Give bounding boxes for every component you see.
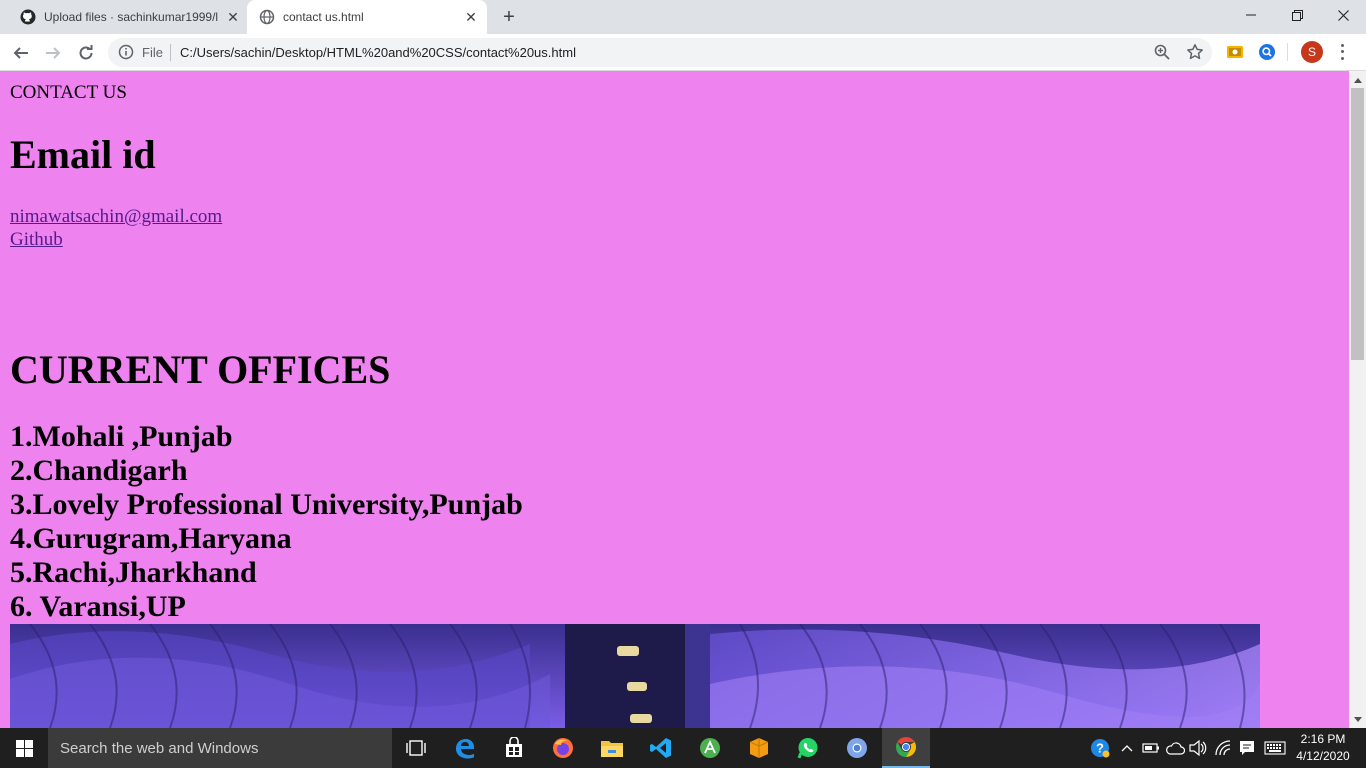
tab-upload-files[interactable]: Upload files · sachinkumar1999/l ✕: [8, 0, 245, 34]
office-photo: [10, 624, 1260, 728]
divider: [170, 44, 171, 61]
offices-heading: CURRENT OFFICES: [10, 347, 391, 392]
email-link[interactable]: nimawatsachin@gmail.com: [10, 206, 222, 228]
office-item: 2.Chandigarh: [10, 454, 188, 487]
help-icon[interactable]: ?: [1090, 738, 1110, 758]
minimize-icon[interactable]: [1228, 0, 1274, 30]
zoom-icon[interactable]: [1154, 44, 1170, 60]
scroll-up-icon[interactable]: [1349, 71, 1366, 88]
globe-icon: [259, 9, 275, 25]
reload-icon[interactable]: [72, 39, 100, 67]
bookmark-star-icon[interactable]: [1186, 43, 1204, 61]
url-text[interactable]: C:/Users/sachin/Desktop/HTML%20and%20CSS…: [180, 45, 576, 60]
package-icon[interactable]: [735, 728, 783, 768]
keyboard-icon[interactable]: [1263, 738, 1287, 758]
close-tab-icon[interactable]: ✕: [463, 9, 479, 25]
contact-us-heading: CONTACT US: [10, 82, 127, 103]
close-tab-icon[interactable]: ✕: [225, 9, 241, 25]
firefox-icon[interactable]: [539, 728, 587, 768]
whatsapp-icon[interactable]: [784, 728, 832, 768]
tab-title: contact us.html: [283, 10, 364, 24]
office-item: 5.Rachi,Jharkhand: [10, 556, 257, 589]
tab-contact-us[interactable]: contact us.html ✕: [247, 0, 487, 34]
page-content: CONTACT US Email id nimawatsachin@gmail.…: [0, 71, 1349, 728]
forward-icon[interactable]: [39, 39, 67, 67]
extension-image-icon[interactable]: [1226, 43, 1244, 61]
cloud-icon[interactable]: [1165, 738, 1185, 758]
windows-start-icon[interactable]: [0, 728, 48, 768]
page-scrollbar[interactable]: [1349, 71, 1366, 728]
taskbar-clock[interactable]: 2:16 PM 4/12/2020: [1290, 731, 1356, 765]
new-tab-button[interactable]: +: [497, 6, 521, 28]
extension-search-icon[interactable]: [1258, 43, 1276, 61]
divider: [1287, 43, 1288, 61]
taskbar-search-input[interactable]: Search the web and Windows: [48, 728, 392, 768]
wifi-icon[interactable]: [1213, 738, 1233, 758]
office-item: 6. Varansi,UP: [10, 590, 186, 623]
office-item: 4.Gurugram,Haryana: [10, 522, 292, 555]
office-item: 1.Mohali ,Punjab: [10, 420, 233, 453]
tab-strip: Upload files · sachinkumar1999/l ✕ conta…: [0, 0, 1366, 34]
chromium-icon[interactable]: [833, 728, 881, 768]
volume-icon[interactable]: [1188, 738, 1208, 758]
url-scheme-label: File: [142, 45, 163, 60]
chrome-icon[interactable]: [882, 728, 930, 768]
file-explorer-icon[interactable]: [588, 728, 636, 768]
address-bar[interactable]: File C:/Users/sachin/Desktop/HTML%20and%…: [108, 38, 1212, 67]
tab-title: Upload files · sachinkumar1999/l: [44, 10, 219, 24]
browser-toolbar: File C:/Users/sachin/Desktop/HTML%20and%…: [0, 34, 1366, 71]
store-icon[interactable]: [490, 728, 538, 768]
github-link[interactable]: Github: [10, 229, 63, 251]
office-item: 3.Lovely Professional University,Punjab: [10, 488, 523, 521]
email-heading: Email id: [10, 132, 156, 177]
scrollbar-thumb[interactable]: [1351, 88, 1364, 360]
github-icon: [20, 9, 36, 25]
edge-icon[interactable]: [441, 728, 489, 768]
back-icon[interactable]: [7, 39, 35, 67]
more-menu-icon[interactable]: [1336, 42, 1348, 62]
clock-date: 4/12/2020: [1296, 749, 1350, 763]
notification-message-icon[interactable]: [1237, 738, 1257, 758]
clock-time: 2:16 PM: [1300, 732, 1346, 746]
profile-avatar[interactable]: S: [1301, 41, 1323, 63]
task-view-icon[interactable]: [392, 728, 440, 768]
scroll-down-icon[interactable]: [1349, 711, 1366, 728]
info-icon[interactable]: [118, 44, 134, 60]
offices-list: 1.Mohali ,Punjab 2.Chandigarh 3.Lovely P…: [10, 420, 523, 624]
chevron-up-icon[interactable]: [1117, 738, 1137, 758]
android-studio-icon[interactable]: [686, 728, 734, 768]
battery-icon[interactable]: [1141, 738, 1161, 758]
restore-icon[interactable]: [1274, 0, 1320, 30]
close-window-icon[interactable]: [1320, 0, 1366, 30]
vscode-icon[interactable]: [637, 728, 685, 768]
windows-taskbar: Search the web and Windows ? 2:16 PM 4/1…: [0, 728, 1366, 768]
